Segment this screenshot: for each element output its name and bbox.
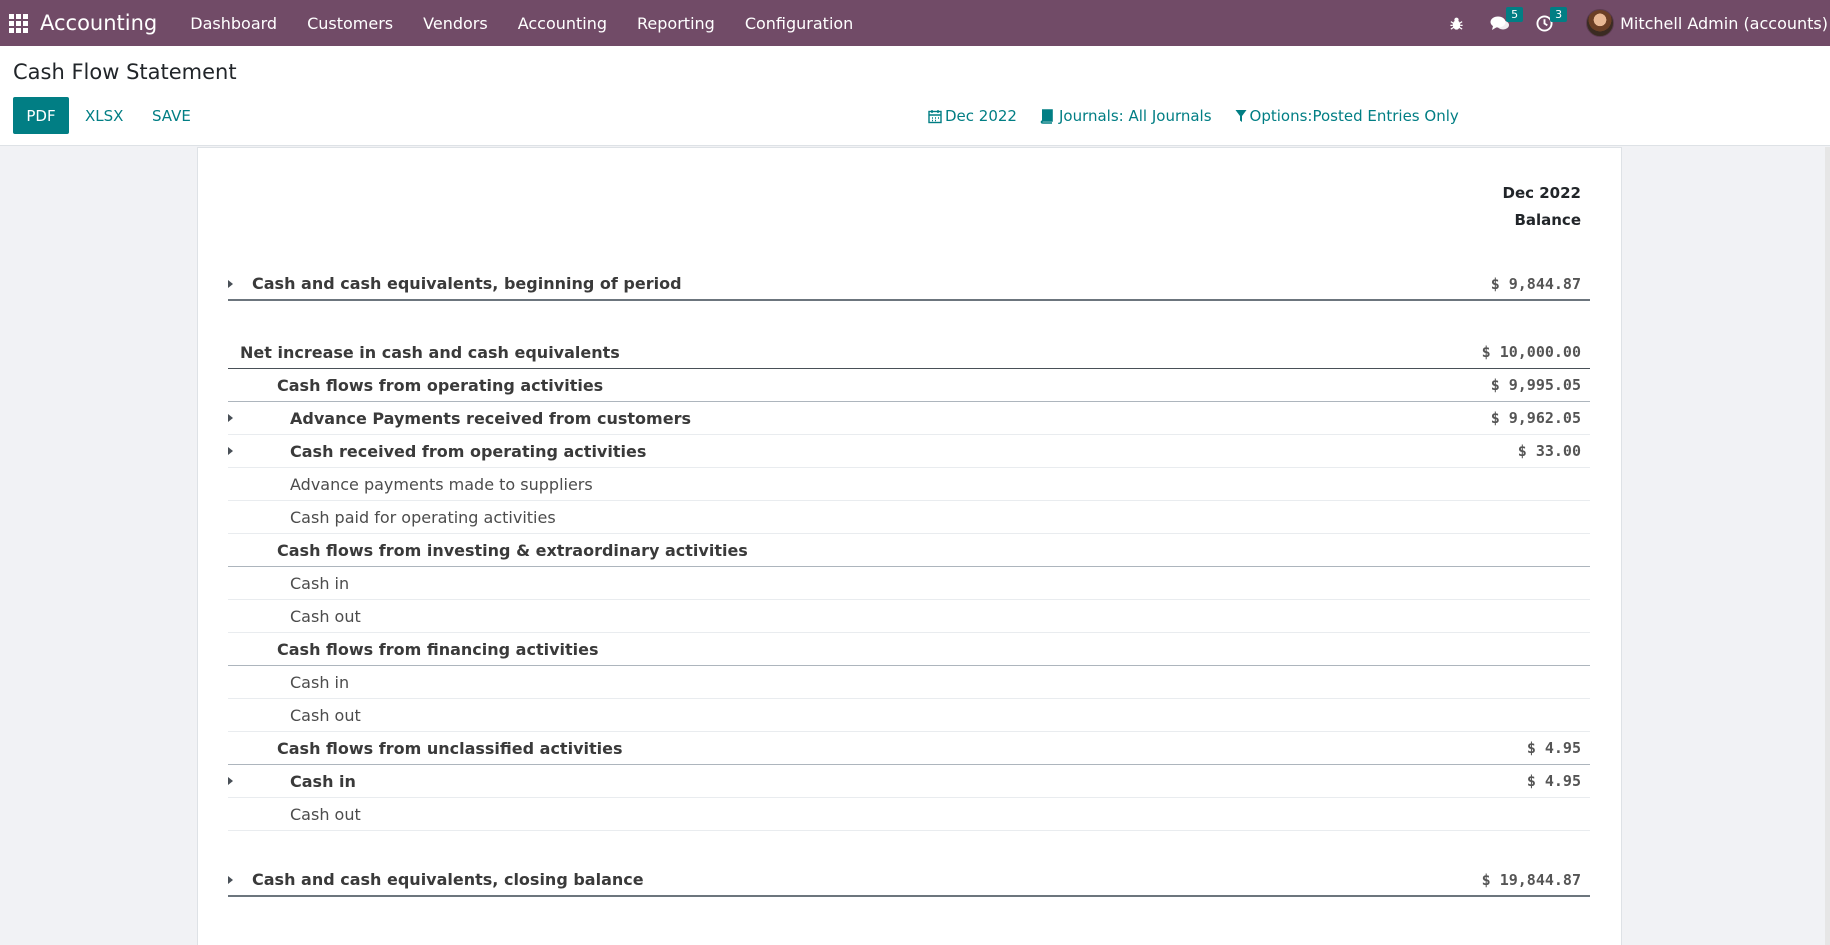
line-label: Cash flows from financing activities bbox=[277, 639, 599, 659]
funnel-icon bbox=[1235, 110, 1247, 122]
line-amount: $ 9,844.87 bbox=[1490, 274, 1581, 293]
save-button[interactable]: SAVE bbox=[152, 97, 191, 134]
report-line-operating: Cash flows from operating activities $ 9… bbox=[228, 369, 1590, 402]
line-label: Cash paid for operating activities bbox=[290, 507, 556, 527]
expand-caret-icon[interactable] bbox=[228, 414, 233, 422]
line-label: Cash in bbox=[290, 672, 350, 692]
apps-menu-icon[interactable] bbox=[0, 0, 34, 46]
options-filter-label: Options:Posted Entries Only bbox=[1249, 107, 1459, 125]
line-label: Net increase in cash and cash equivalent… bbox=[240, 342, 620, 362]
expand-caret-icon[interactable] bbox=[228, 777, 233, 785]
report-sheet: Dec 2022 Balance Cash and cash equivalen… bbox=[197, 147, 1622, 945]
activities-badge: 3 bbox=[1550, 7, 1568, 22]
menu-accounting[interactable]: Accounting bbox=[503, 0, 622, 46]
pdf-button[interactable]: PDF bbox=[13, 97, 69, 134]
journals-filter-label: Journals: All Journals bbox=[1058, 107, 1212, 125]
report-line-advance-made: Advance payments made to suppliers bbox=[228, 468, 1590, 501]
control-panel: Cash Flow Statement PDF XLSX SAVE Dec 20… bbox=[0, 46, 1830, 146]
report-line-financing-cash-out: Cash out bbox=[228, 699, 1590, 732]
report-line-financing: Cash flows from financing activities bbox=[228, 633, 1590, 666]
report-line-financing-cash-in: Cash in bbox=[228, 666, 1590, 699]
expand-caret-icon[interactable] bbox=[228, 875, 233, 884]
menu-dashboard[interactable]: Dashboard bbox=[175, 0, 292, 46]
column-balance-header: Balance bbox=[1514, 211, 1581, 229]
line-label: Cash flows from operating activities bbox=[277, 375, 604, 395]
date-filter-label: Dec 2022 bbox=[945, 107, 1017, 125]
line-label: Cash out bbox=[290, 705, 361, 725]
date-filter[interactable]: Dec 2022 bbox=[928, 107, 1017, 125]
report-line-investing-cash-in: Cash in bbox=[228, 567, 1590, 600]
app-brand[interactable]: Accounting bbox=[40, 11, 157, 35]
journals-filter[interactable]: Journals: All Journals bbox=[1040, 107, 1212, 125]
book-icon bbox=[1040, 108, 1053, 124]
bug-icon[interactable] bbox=[1440, 0, 1472, 46]
messages-icon[interactable]: 5 bbox=[1484, 0, 1524, 46]
report-line-unclassified-cash-out: Cash out bbox=[228, 798, 1590, 831]
line-label: Cash received from operating activities bbox=[290, 441, 647, 461]
line-amount: $ 19,844.87 bbox=[1481, 870, 1581, 889]
calendar-icon bbox=[928, 109, 942, 123]
user-menu[interactable]: Mitchell Admin (accounts) bbox=[1586, 9, 1830, 37]
report-line-unclassified-cash-in[interactable]: Cash in $ 4.95 bbox=[228, 765, 1590, 798]
line-amount: $ 10,000.00 bbox=[1481, 343, 1581, 361]
vertical-scrollbar[interactable] bbox=[1825, 147, 1830, 945]
messages-badge: 5 bbox=[1506, 7, 1524, 22]
line-label: Cash and cash equivalents, beginning of … bbox=[252, 274, 682, 293]
menu-configuration[interactable]: Configuration bbox=[730, 0, 869, 46]
options-filter[interactable]: Options:Posted Entries Only bbox=[1235, 107, 1459, 125]
menu-customers[interactable]: Customers bbox=[292, 0, 408, 46]
report-line-beginning[interactable]: Cash and cash equivalents, beginning of … bbox=[228, 268, 1590, 301]
report-line-cash-received-operating[interactable]: Cash received from operating activities … bbox=[228, 435, 1590, 468]
page-title: Cash Flow Statement bbox=[13, 60, 237, 84]
line-label: Cash and cash equivalents, closing balan… bbox=[252, 870, 644, 889]
line-amount: $ 4.95 bbox=[1526, 739, 1581, 757]
user-avatar bbox=[1586, 9, 1615, 37]
report-line-investing: Cash flows from investing & extraordinar… bbox=[228, 534, 1590, 567]
report-line-unclassified: Cash flows from unclassified activities … bbox=[228, 732, 1590, 765]
line-label: Cash out bbox=[290, 606, 361, 626]
report-line-investing-cash-out: Cash out bbox=[228, 600, 1590, 633]
expand-caret-icon[interactable] bbox=[228, 279, 233, 288]
line-label: Cash out bbox=[290, 804, 361, 824]
line-amount: $ 9,995.05 bbox=[1490, 376, 1581, 394]
line-amount: $ 4.95 bbox=[1526, 772, 1581, 790]
column-period-header: Dec 2022 bbox=[1502, 184, 1582, 202]
expand-caret-icon[interactable] bbox=[228, 447, 233, 455]
report-filters: Dec 2022 Journals: All Journals Options:… bbox=[928, 99, 1482, 133]
line-label: Advance payments made to suppliers bbox=[290, 474, 593, 494]
line-label: Cash in bbox=[290, 771, 356, 791]
user-name: Mitchell Admin (accounts) bbox=[1620, 13, 1828, 33]
xlsx-button[interactable]: XLSX bbox=[85, 97, 123, 134]
activity-clock-icon[interactable]: 3 bbox=[1528, 0, 1568, 46]
menu-reporting[interactable]: Reporting bbox=[622, 0, 730, 46]
report-line-advance-received[interactable]: Advance Payments received from customers… bbox=[228, 402, 1590, 435]
report-line-cash-paid-operating: Cash paid for operating activities bbox=[228, 501, 1590, 534]
top-navbar: Accounting Dashboard Customers Vendors A… bbox=[0, 0, 1830, 46]
line-label: Cash flows from unclassified activities bbox=[277, 738, 623, 758]
line-label: Cash flows from investing & extraordinar… bbox=[277, 540, 748, 560]
line-amount: $ 9,962.05 bbox=[1490, 409, 1581, 427]
line-label: Advance Payments received from customers bbox=[290, 408, 691, 428]
menu-vendors[interactable]: Vendors bbox=[408, 0, 503, 46]
line-label: Cash in bbox=[290, 573, 350, 593]
report-line-closing-balance[interactable]: Cash and cash equivalents, closing balan… bbox=[228, 864, 1590, 897]
line-amount: $ 33.00 bbox=[1517, 442, 1581, 460]
report-line-net-increase: Net increase in cash and cash equivalent… bbox=[228, 336, 1590, 369]
